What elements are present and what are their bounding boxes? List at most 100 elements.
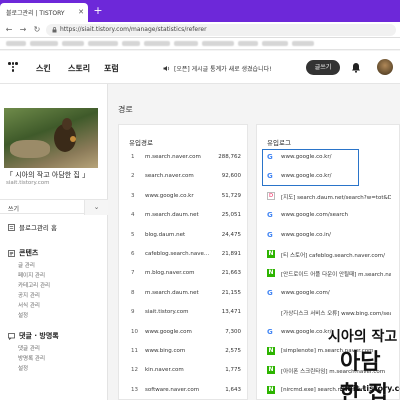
bookmark-item[interactable]	[6, 41, 26, 46]
referer-domain[interactable]: m.search.naver.com	[145, 154, 201, 160]
referer-row[interactable]: 11 www.bing.com 2,575	[119, 345, 247, 359]
bookmark-item[interactable]	[144, 41, 170, 46]
log-text[interactable]: [가상디스크 서비스 오류] www.bing.com/search?q=바	[281, 309, 391, 317]
referer-domain[interactable]: siait.tistory.com	[145, 309, 189, 315]
blog-name[interactable]: 「 시아의 작고 아담한 집 」	[6, 170, 89, 180]
referer-row[interactable]: 10 www.google.com 7,300	[119, 326, 247, 340]
watermark-line1: 시아의 작고	[328, 329, 398, 345]
sidebar-item-notices[interactable]: 공지 관리	[18, 291, 40, 299]
referer-rank: 10	[131, 328, 138, 335]
tistory-header: 스킨 스토리 포럼 [오픈] 게시글 통계가 새로 생겼습니다! 글쓰기	[0, 51, 400, 84]
sidebar-section-comments[interactable]: 댓글 · 방명록	[8, 331, 59, 341]
referer-domain[interactable]: blog.daum.net	[145, 232, 185, 238]
referer-domain[interactable]: search.naver.com	[145, 173, 194, 179]
log-text[interactable]: [지도] search.daum.net/search?w=tot&DA=UME	[281, 193, 391, 201]
referer-rank: 1	[131, 154, 135, 160]
referer-row[interactable]: 3 www.google.co.kr 51,729	[119, 190, 247, 204]
menu-skin[interactable]: 스킨	[36, 63, 51, 74]
bookmark-item[interactable]	[88, 41, 118, 46]
sidebar-section-title: 콘텐츠	[19, 249, 39, 257]
sidebar-write-row: 쓰기 ⌄	[0, 199, 108, 215]
log-text[interactable]: www.google.com/	[281, 290, 391, 296]
menu-forum[interactable]: 포럼	[104, 63, 119, 74]
new-tab-icon[interactable]: +	[92, 5, 104, 17]
referer-row[interactable]: 7 m.blog.naver.com 21,663	[119, 267, 247, 281]
log-text[interactable]: www.google.com/search	[281, 212, 391, 218]
bookmark-item[interactable]	[30, 41, 58, 46]
bookmark-item[interactable]	[202, 41, 234, 46]
log-row[interactable]: D [지도] search.daum.net/search?w=tot&DA=UM…	[257, 188, 399, 205]
log-row[interactable]: N [안드로이드 어플 다운이 안될때] m.search.naver.com	[257, 265, 399, 282]
referer-domain[interactable]: www.bing.com	[145, 348, 185, 354]
tistory-logo-icon[interactable]	[8, 62, 18, 73]
bookmark-item[interactable]	[238, 41, 258, 46]
referer-rank: 9	[131, 309, 135, 316]
referer-domain[interactable]: kin.naver.com	[145, 367, 184, 373]
notice-banner[interactable]: [오픈] 게시글 통계가 새로 생겼습니다!	[163, 64, 272, 73]
referer-count: 1,775	[225, 367, 241, 374]
bell-icon[interactable]	[351, 62, 361, 73]
referer-row[interactable]: 8 m.search.daum.net 21,155	[119, 287, 247, 301]
bookmark-item[interactable]	[62, 41, 84, 46]
sidebar-section-content[interactable]: 콘텐츠	[8, 248, 38, 258]
referer-domain[interactable]: www.google.com	[145, 329, 192, 335]
url-text: https://siait.tistory.com/manage/statist…	[60, 26, 207, 33]
sidebar-item-templates[interactable]: 서식 관리	[18, 301, 40, 309]
referer-count: 288,762	[218, 154, 241, 160]
log-row[interactable]: [가상디스크 서비스 오류] www.bing.com/search?q=바	[257, 304, 399, 321]
url-field[interactable]: https://siait.tistory.com/manage/statist…	[46, 23, 396, 36]
sidebar-item-posts[interactable]: 글 관리	[18, 261, 35, 269]
referer-row[interactable]: 2 search.naver.com 92,600	[119, 170, 247, 184]
watermark-url: siait.tistory.com	[340, 384, 400, 393]
logs-heading: 유입로그	[267, 139, 291, 147]
sidebar-item-home[interactable]: 블로그관리 홈	[8, 222, 57, 232]
sidebar-item-pages[interactable]: 페이지 관리	[18, 271, 45, 279]
referer-row[interactable]: 13 software.naver.com 1,643	[119, 384, 247, 398]
log-row[interactable]: Gwww.google.co.in/	[257, 227, 399, 244]
referer-row[interactable]: 1 m.search.naver.com 288,762	[119, 151, 247, 165]
bookmark-item[interactable]	[122, 41, 140, 46]
referer-domain[interactable]: m.search.daum.net	[145, 290, 199, 296]
referer-row[interactable]: 9 siait.tistory.com 13,471	[119, 306, 247, 320]
close-icon[interactable]: ✕	[78, 8, 84, 16]
google-icon: G	[267, 288, 273, 297]
avatar[interactable]	[377, 59, 393, 75]
sidebar-item-comment-settings[interactable]: 설정	[18, 364, 28, 372]
forward-icon[interactable]: →	[18, 25, 28, 35]
referer-domain[interactable]: m.blog.naver.com	[145, 270, 194, 276]
bookmark-item[interactable]	[262, 41, 288, 46]
log-text[interactable]: [티 스토어] cafeblog.search.naver.com/	[281, 251, 391, 259]
referer-domain[interactable]: www.google.co.kr	[145, 193, 194, 199]
back-icon[interactable]: ←	[4, 25, 14, 35]
write-button[interactable]: 글쓰기	[306, 60, 340, 75]
bookmark-item[interactable]	[292, 41, 314, 46]
menu-story[interactable]: 스토리	[68, 63, 90, 74]
referer-row[interactable]: 5 blog.daum.net 24,475	[119, 229, 247, 243]
reload-icon[interactable]: ↻	[32, 25, 42, 35]
blog-url[interactable]: siait.tistory.com	[6, 180, 50, 186]
sidebar-write-button[interactable]: 쓰기	[8, 204, 19, 213]
log-text[interactable]: www.google.co.in/	[281, 232, 391, 238]
log-row[interactable]: Gwww.google.com/search	[257, 207, 399, 224]
referer-domain[interactable]: software.naver.com	[145, 387, 199, 393]
log-text[interactable]: [안드로이드 어플 다운이 안될때] m.search.naver.com	[281, 270, 391, 278]
bookmark-item[interactable]	[174, 41, 198, 46]
sidebar-item-comments[interactable]: 댓글 관리	[18, 344, 40, 352]
referer-row[interactable]: 4 m.search.daum.net 25,051	[119, 209, 247, 223]
referer-row[interactable]: 6 cafeblog.search.nave… 21,891	[119, 248, 247, 262]
log-row[interactable]: Gwww.google.com/	[257, 285, 399, 302]
log-row[interactable]: N [티 스토어] cafeblog.search.naver.com/	[257, 246, 399, 263]
referer-row[interactable]: 12 kin.naver.com 1,775	[119, 364, 247, 378]
chevron-down-icon[interactable]: ⌄	[84, 200, 108, 215]
referer-count: 92,600	[221, 173, 241, 180]
referer-domain[interactable]: m.search.daum.net	[145, 212, 199, 218]
referer-count: 2,575	[225, 348, 241, 354]
referer-count: 51,729	[221, 192, 241, 199]
sidebar-item-guestbook[interactable]: 방명록 관리	[18, 354, 45, 362]
referer-domain[interactable]: cafeblog.search.nave…	[145, 251, 209, 257]
address-bar: ← → ↻ https://siait.tistory.com/manage/s…	[0, 22, 400, 38]
sidebar-item-categories[interactable]: 카테고리 관리	[18, 281, 50, 289]
sidebar-item-content-settings[interactable]: 설정	[18, 311, 28, 319]
referer-count: 25,051	[221, 212, 241, 219]
browser-tab[interactable]: 블로그관리 | TISTORY ✕	[0, 3, 88, 22]
